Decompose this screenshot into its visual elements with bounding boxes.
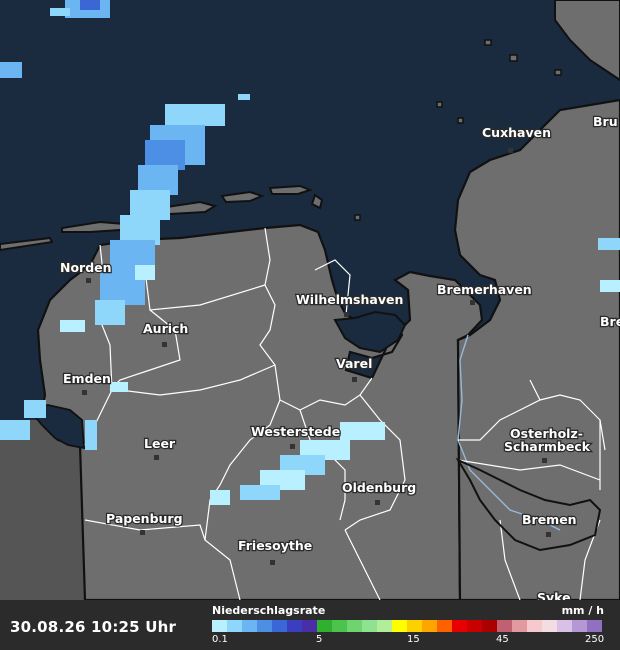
- legend-title: Niederschlagsrate: [212, 604, 326, 617]
- legend-swatch: [437, 620, 452, 632]
- city-label-bremervoerde: Bru: [593, 114, 618, 129]
- timestamp: 30.08.26 10:25 Uhr: [10, 618, 177, 636]
- legend-swatch: [227, 620, 242, 632]
- legend-swatch: [302, 620, 317, 632]
- legend-swatch: [512, 620, 527, 632]
- precipitation-map[interactable]: Cuxhaven Bru Norden Wilhelmshaven Bremer…: [0, 0, 620, 650]
- city-label-norden: Norden: [60, 260, 112, 275]
- city-label-wilhelmshaven: Wilhelmshaven: [296, 292, 403, 307]
- legend-swatch: [317, 620, 332, 632]
- legend-swatch: [287, 620, 302, 632]
- city-label-emden: Emden: [63, 371, 111, 386]
- legend-tick-0-1: 0.1: [212, 634, 228, 645]
- city-label-oldenburg: Oldenburg: [342, 480, 416, 495]
- legend-tick-5: 5: [316, 634, 323, 645]
- legend-color-scale: [212, 620, 602, 632]
- legend-swatch: [557, 620, 572, 632]
- legend-swatch: [497, 620, 512, 632]
- city-label-bremen: Bremen: [522, 512, 577, 527]
- legend-tick-45: 45: [496, 634, 509, 645]
- city-label-friesoythe: Friesoythe: [238, 538, 312, 553]
- city-label-aurich: Aurich: [143, 321, 188, 336]
- legend-swatch: [332, 620, 347, 632]
- legend-swatch: [242, 620, 257, 632]
- legend-swatch: [257, 620, 272, 632]
- city-label-bremen-edge: Bre: [600, 314, 620, 329]
- bottom-bar: 30.08.26 10:25 Uhr Niederschlagsrate mm …: [0, 600, 620, 650]
- legend-swatch: [482, 620, 497, 632]
- legend-swatch: [542, 620, 557, 632]
- legend-unit: mm / h: [561, 604, 604, 617]
- city-label-varel: Varel: [336, 356, 372, 371]
- city-label-cuxhaven: Cuxhaven: [482, 125, 551, 140]
- city-label-westerstede: Westerstede: [251, 424, 340, 439]
- legend-swatch: [587, 620, 602, 632]
- legend-swatch: [407, 620, 422, 632]
- city-label-scharmbeck: Scharmbeck: [504, 439, 591, 454]
- city-label-papenburg: Papenburg: [106, 511, 183, 526]
- land-netherlands: [0, 420, 85, 600]
- legend-swatch: [347, 620, 362, 632]
- precipitation-legend: Niederschlagsrate mm / h 0.1 5 15 45 250: [212, 604, 608, 648]
- city-label-bremerhaven: Bremerhaven: [437, 282, 532, 297]
- legend-swatch: [527, 620, 542, 632]
- legend-swatch: [212, 620, 227, 632]
- legend-tick-250: 250: [585, 634, 605, 645]
- legend-swatch: [572, 620, 587, 632]
- legend-swatch: [422, 620, 437, 632]
- legend-swatch: [392, 620, 407, 632]
- legend-swatch: [362, 620, 377, 632]
- legend-swatch: [377, 620, 392, 632]
- legend-swatch: [452, 620, 467, 632]
- city-label-leer: Leer: [144, 436, 176, 451]
- legend-swatch: [467, 620, 482, 632]
- legend-swatch: [272, 620, 287, 632]
- legend-tick-15: 15: [407, 634, 420, 645]
